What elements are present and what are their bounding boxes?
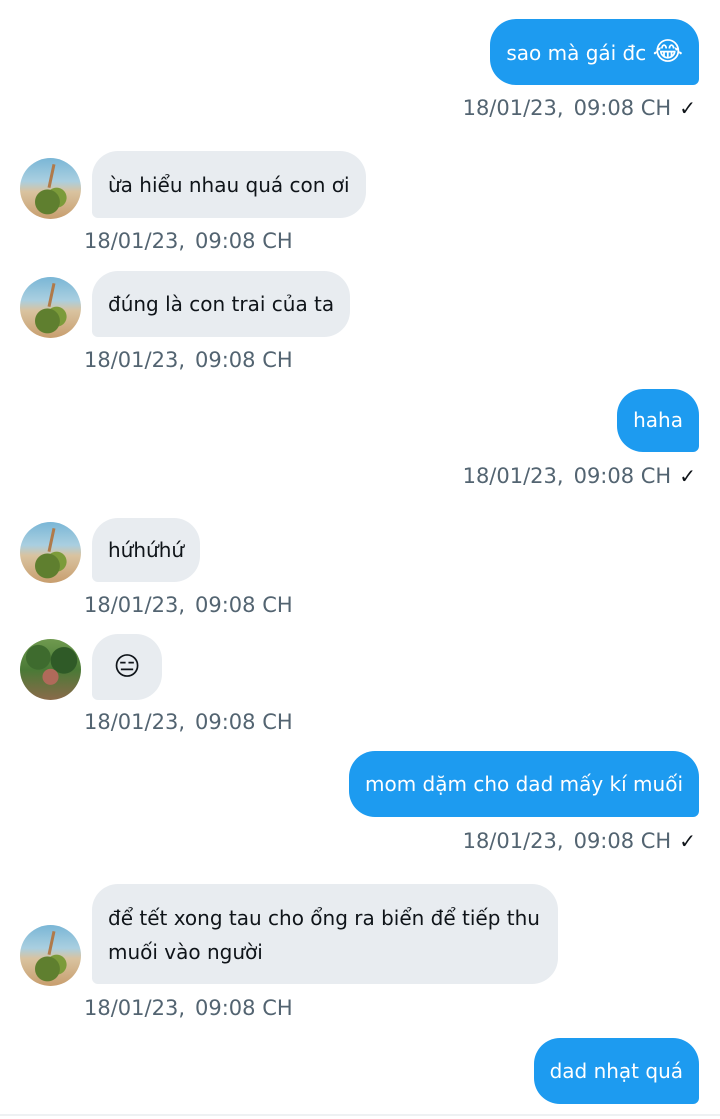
message-text: dad nhạt quá — [549, 1059, 683, 1083]
message-bubble-outgoing[interactable]: haha — [617, 389, 699, 452]
message-bubble-outgoing[interactable]: dad nhạt quá — [533, 1038, 699, 1104]
avatar[interactable] — [20, 277, 81, 338]
message-text: sao mà gái đc — [506, 41, 647, 65]
message-timestamp: 18/01/23, 09:08 CH ✓ — [462, 464, 696, 488]
message-timestamp: 18/01/23, 09:08 CH — [84, 996, 293, 1020]
message-bubble-incoming[interactable]: 😑 — [92, 634, 162, 700]
avatar[interactable] — [20, 522, 81, 583]
message-timestamp: 18/01/23, 09:08 CH ✓ — [462, 829, 696, 853]
message-text: hứhứhứ — [108, 538, 185, 562]
sent-check-icon: ✓ — [679, 96, 696, 120]
avatar[interactable] — [20, 925, 81, 986]
divider — [0, 1114, 720, 1116]
message-bubble-incoming[interactable]: ừa hiểu nhau quá con ơi — [92, 151, 366, 218]
message-bubble-incoming[interactable]: hứhứhứ — [92, 518, 201, 582]
message-text: ừa hiểu nhau quá con ơi — [108, 173, 350, 197]
message-text: haha — [633, 408, 683, 432]
message-text: mom dặm cho dad mấy kí muối — [365, 772, 683, 796]
chat-thread: sao mà gái đc 😂 18/01/23, 09:08 CH ✓ ừa hi… — [0, 0, 720, 1119]
message-bubble-incoming[interactable]: đúng là con trai của ta — [92, 271, 351, 337]
message-text: để tết xong tau cho ổng ra biển để tiếp … — [108, 906, 540, 964]
sent-check-icon: ✓ — [679, 464, 696, 488]
message-timestamp: 18/01/23, 09:08 CH ✓ — [462, 96, 696, 120]
message-bubble-outgoing[interactable]: mom dặm cho dad mấy kí muối — [349, 751, 699, 817]
avatar[interactable] — [20, 158, 81, 219]
message-timestamp: 18/01/23, 09:08 CH — [84, 229, 293, 253]
avatar[interactable] — [20, 639, 81, 700]
message-bubble-incoming[interactable]: để tết xong tau cho ổng ra biển để tiếp … — [92, 884, 558, 984]
message-text: đúng là con trai của ta — [108, 292, 335, 316]
message-timestamp: 18/01/23, 09:08 CH — [84, 348, 293, 372]
sent-check-icon: ✓ — [679, 829, 696, 853]
message-timestamp: 18/01/23, 09:08 CH — [84, 593, 293, 617]
laughing-emoji: 😂 — [652, 37, 683, 67]
message-timestamp: 18/01/23, 09:08 CH — [84, 710, 293, 734]
message-bubble-outgoing[interactable]: sao mà gái đc 😂 — [490, 19, 699, 85]
expressionless-emoji: 😑 — [113, 652, 141, 682]
